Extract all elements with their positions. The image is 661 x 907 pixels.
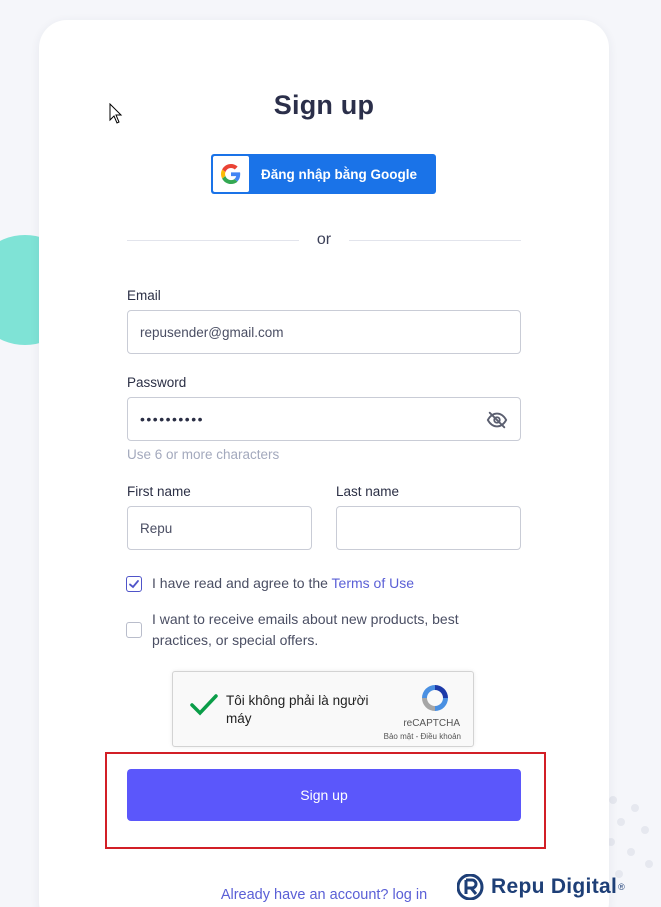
or-divider: or — [127, 230, 521, 250]
email-label: Email — [127, 288, 161, 303]
recaptcha-terms[interactable]: Bảo mật - Điều khoản — [384, 732, 461, 741]
google-signin-button[interactable]: Đăng nhập bằng Google — [211, 154, 436, 194]
page-title: Sign up — [273, 90, 375, 120]
google-signin-label: Đăng nhập bằng Google — [261, 166, 417, 182]
first-name-value: Repu — [140, 520, 173, 536]
terms-of-use-link[interactable]: Terms of Use — [332, 575, 414, 591]
marketing-text: I want to receive emails about new produ… — [152, 611, 459, 648]
mouse-cursor-icon — [109, 103, 123, 124]
recaptcha-logo-icon — [422, 685, 448, 711]
first-name-label: First name — [127, 484, 191, 499]
recaptcha-check-icon[interactable] — [189, 692, 219, 718]
password-field[interactable]: •••••••••• — [127, 397, 521, 441]
divider-line-right — [349, 240, 521, 241]
marketing-checkbox[interactable] — [126, 622, 142, 638]
password-label: Password — [127, 375, 187, 390]
last-name-label: Last name — [336, 484, 400, 499]
recaptcha-brand: reCAPTCHA — [403, 718, 460, 729]
repu-logo-icon — [457, 874, 484, 900]
checkmark-icon — [129, 580, 139, 589]
email-field[interactable]: repusender@gmail.com — [127, 310, 521, 354]
terms-checkbox[interactable] — [126, 576, 142, 592]
eye-off-icon[interactable] — [486, 409, 508, 431]
password-value: •••••••••• — [140, 411, 205, 427]
google-icon — [213, 156, 249, 192]
brand-registered: ® — [618, 882, 625, 892]
email-value: repusender@gmail.com — [140, 324, 284, 340]
brand-watermark: Repu Digital ® — [457, 874, 625, 900]
terms-prefix: I have read and agree to the — [152, 575, 332, 591]
recaptcha-widget: Tôi không phải là người máy reCAPTCHA Bả… — [172, 671, 474, 747]
recaptcha-text: Tôi không phải là người máy — [226, 693, 369, 726]
first-name-field[interactable]: Repu — [127, 506, 312, 550]
brand-name: Repu Digital — [491, 875, 618, 898]
highlight-box — [105, 752, 546, 849]
password-hint: Use 6 or more characters — [127, 447, 280, 462]
last-name-field[interactable] — [336, 506, 521, 550]
terms-text: I have read and agree to the Terms of Us… — [152, 573, 414, 594]
